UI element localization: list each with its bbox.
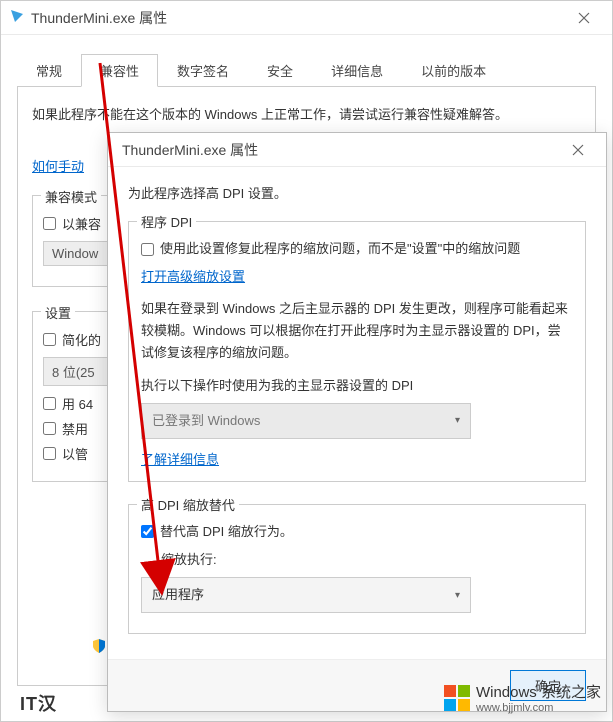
tab-security[interactable]: 安全 bbox=[248, 54, 312, 87]
intro-text: 如果此程序不能在这个版本的 Windows 上正常工作，请尝试运行兼容性疑难解答… bbox=[32, 103, 581, 126]
sub-close-button[interactable] bbox=[558, 135, 598, 165]
compat-mode-title: 兼容模式 bbox=[41, 187, 101, 206]
close-icon bbox=[572, 144, 584, 156]
override-dropdown-value: 应用程序 bbox=[152, 584, 204, 606]
main-close-button[interactable] bbox=[564, 3, 604, 33]
tab-compatibility[interactable]: 兼容性 bbox=[81, 54, 158, 87]
sub-body: 为此程序选择高 DPI 设置。 程序 DPI 使用此设置修复此程序的缩放问题，而… bbox=[108, 167, 606, 650]
override-dpi-label: 替代高 DPI 缩放行为。 bbox=[160, 521, 293, 543]
main-titlebar: ThunderMini.exe 属性 bbox=[1, 1, 612, 35]
when-label: 执行以下操作时使用为我的主显示器设置的 DPI bbox=[141, 375, 573, 397]
override-performed-by-dropdown[interactable]: 应用程序 ▾ bbox=[141, 577, 471, 613]
tab-previous-versions[interactable]: 以前的版本 bbox=[402, 54, 505, 87]
disable-fullscreen-label: 禁用 bbox=[62, 419, 88, 438]
tab-digital-signatures[interactable]: 数字签名 bbox=[158, 54, 248, 87]
override-dpi-checkbox[interactable] bbox=[141, 525, 154, 538]
program-dpi-title: 程序 DPI bbox=[137, 212, 196, 234]
dpi-override-groupbox: 高 DPI 缩放替代 替代高 DPI 缩放行为。 缩放执行: 应用程序 ▾ bbox=[128, 504, 586, 634]
dpi-change-desc: 如果在登录到 Windows 之后主显示器的 DPI 发生更改，则程序可能看起来… bbox=[141, 298, 573, 364]
dpi-settings-dialog: ThunderMini.exe 属性 为此程序选择高 DPI 设置。 程序 DP… bbox=[107, 132, 607, 712]
windows-logo-icon bbox=[444, 685, 470, 711]
override-sublabel: 缩放执行: bbox=[161, 549, 573, 571]
watermark-sub: 系统之家 bbox=[541, 684, 601, 701]
compat-mode-label: 以兼容 bbox=[62, 214, 101, 233]
sub-title: ThunderMini.exe 属性 bbox=[116, 140, 558, 160]
when-dropdown-value: 已登录到 Windows bbox=[152, 410, 260, 432]
reduced-color-label: 简化的 bbox=[62, 330, 101, 349]
main-title: ThunderMini.exe 属性 bbox=[31, 8, 564, 28]
chevron-down-icon: ▾ bbox=[455, 587, 460, 604]
dpi-override-title: 高 DPI 缩放替代 bbox=[137, 495, 239, 517]
run-as-admin-checkbox[interactable] bbox=[43, 447, 56, 460]
res640-label: 用 64 bbox=[62, 394, 93, 413]
settings-title: 设置 bbox=[41, 303, 75, 322]
program-dpi-groupbox: 程序 DPI 使用此设置修复此程序的缩放问题，而不是"设置"中的缩放问题 打开高… bbox=[128, 221, 586, 482]
watermark: Windows 系统之家 www.bjjmlv.com bbox=[444, 681, 601, 714]
tab-general[interactable]: 常规 bbox=[17, 54, 81, 87]
learn-more-link[interactable]: 了解详细信息 bbox=[141, 449, 573, 471]
tab-strip: 常规 兼容性 数字签名 安全 详细信息 以前的版本 bbox=[17, 53, 596, 86]
dpi-heading: 为此程序选择高 DPI 设置。 bbox=[128, 183, 586, 205]
sub-titlebar: ThunderMini.exe 属性 bbox=[108, 133, 606, 167]
reduced-color-checkbox[interactable] bbox=[43, 333, 56, 346]
open-advanced-scaling-link[interactable]: 打开高级缩放设置 bbox=[141, 266, 573, 288]
tab-details[interactable]: 详细信息 bbox=[312, 54, 402, 87]
shield-icon bbox=[91, 638, 107, 657]
watermark-url: www.bjjmlv.com bbox=[476, 702, 601, 714]
watermark-brand: Windows bbox=[476, 684, 537, 701]
use-setting-label: 使用此设置修复此程序的缩放问题，而不是"设置"中的缩放问题 bbox=[160, 238, 520, 260]
close-icon bbox=[578, 12, 590, 24]
disable-fullscreen-checkbox[interactable] bbox=[43, 422, 56, 435]
run-as-admin-label: 以管 bbox=[62, 444, 88, 463]
use-setting-checkbox[interactable] bbox=[141, 243, 154, 256]
compat-mode-checkbox[interactable] bbox=[43, 217, 56, 230]
res640-checkbox[interactable] bbox=[43, 397, 56, 410]
corner-text: IT汉 bbox=[20, 690, 57, 716]
chevron-down-icon: ▾ bbox=[455, 412, 460, 429]
app-icon bbox=[9, 8, 25, 27]
when-dropdown[interactable]: 已登录到 Windows ▾ bbox=[141, 403, 471, 439]
